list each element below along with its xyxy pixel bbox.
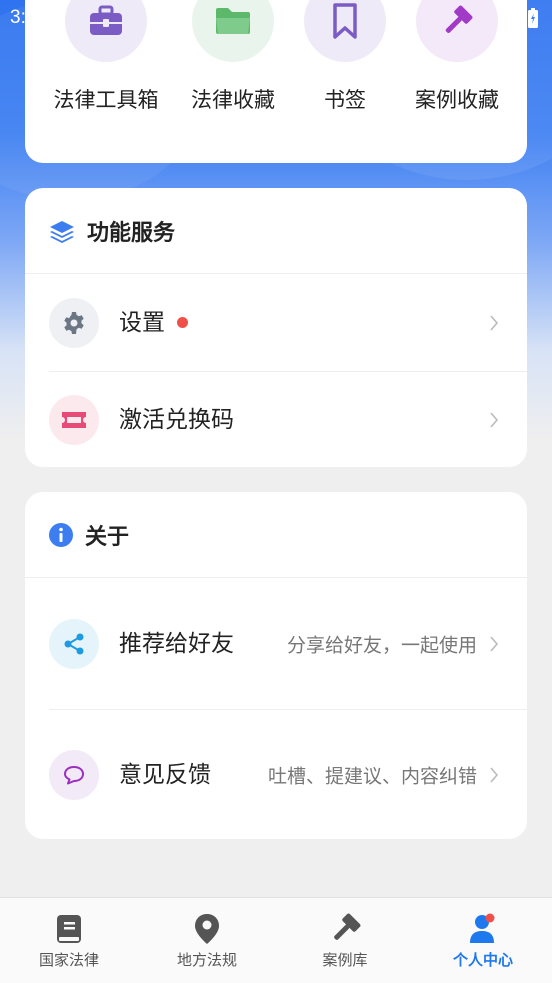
tab-label: 案例库 bbox=[322, 951, 368, 969]
section-title: 功能服务 bbox=[87, 220, 176, 246]
toolbox-icon bbox=[65, 0, 147, 62]
share-icon bbox=[49, 618, 99, 669]
section-title: 关于 bbox=[85, 524, 130, 550]
ticket-icon bbox=[49, 394, 99, 445]
tab-label: 国家法律 bbox=[38, 951, 99, 969]
feedback-subtitle: 吐槽、提建议、内容纠错 bbox=[267, 765, 477, 787]
tab-case-library[interactable]: 案例库 bbox=[276, 898, 414, 983]
tool-label: 法律收藏 bbox=[191, 88, 275, 112]
chevron-right-icon bbox=[490, 635, 499, 652]
user-icon bbox=[470, 913, 495, 943]
chevron-right-icon bbox=[490, 766, 499, 783]
bookmark-icon bbox=[304, 0, 386, 62]
tab-profile[interactable]: 个人中心 bbox=[414, 898, 552, 983]
gear-icon bbox=[49, 297, 99, 348]
tool-label: 书签 bbox=[324, 88, 366, 112]
folder-icon bbox=[192, 0, 274, 62]
message-icon bbox=[49, 749, 99, 800]
services-card: 功能服务 设置 激活兑换码 bbox=[25, 188, 527, 467]
tool-label: 法律工具箱 bbox=[53, 88, 159, 112]
tool-toolbox[interactable]: 法律工具箱 bbox=[50, 0, 162, 114]
about-card: 关于 推荐给好友 分享给好友，一起使用 意见反馈 吐槽、提建议、内容纠错 bbox=[25, 492, 527, 839]
chevron-right-icon bbox=[490, 314, 499, 331]
gavel-icon bbox=[416, 0, 498, 62]
tab-national-law[interactable]: 国家法律 bbox=[0, 898, 138, 983]
redeem-code-label: 激活兑换码 bbox=[119, 406, 234, 433]
battery-icon bbox=[528, 8, 538, 28]
tab-label: 个人中心 bbox=[452, 951, 513, 969]
layers-icon bbox=[50, 220, 74, 243]
services-header: 功能服务 bbox=[25, 188, 527, 274]
feedback-row[interactable]: 意见反馈 吐槽、提建议、内容纠错 bbox=[25, 710, 527, 839]
location-pin-icon bbox=[195, 914, 219, 944]
tool-law-favorites[interactable]: 法律收藏 bbox=[177, 0, 289, 114]
bottom-tab-bar: 国家法律 地方法规 案例库 个人中心 bbox=[0, 897, 552, 983]
recommend-label: 推荐给好友 bbox=[119, 630, 234, 657]
about-header: 关于 bbox=[25, 492, 527, 578]
chevron-right-icon bbox=[490, 411, 499, 428]
tool-bookmarks[interactable]: 书签 bbox=[289, 0, 401, 114]
gavel-icon bbox=[334, 913, 361, 940]
redeem-code-row[interactable]: 激活兑换码 bbox=[25, 372, 527, 467]
notification-dot bbox=[177, 317, 188, 328]
settings-row[interactable]: 设置 bbox=[25, 274, 527, 371]
recommend-row[interactable]: 推荐给好友 分享给好友，一起使用 bbox=[25, 578, 527, 709]
tab-label: 地方法规 bbox=[176, 951, 237, 969]
feedback-label: 意见反馈 bbox=[119, 761, 211, 788]
book-icon bbox=[57, 915, 81, 943]
tool-label: 案例收藏 bbox=[415, 88, 499, 112]
tool-case-favorites[interactable]: 案例收藏 bbox=[401, 0, 513, 114]
tools-card: 法律工具箱 法律收藏 书签 案例收藏 bbox=[25, 0, 527, 163]
info-icon bbox=[49, 522, 73, 547]
tab-local-regulations[interactable]: 地方法规 bbox=[138, 898, 276, 983]
recommend-subtitle: 分享给好友，一起使用 bbox=[286, 634, 477, 656]
settings-label: 设置 bbox=[119, 309, 165, 336]
